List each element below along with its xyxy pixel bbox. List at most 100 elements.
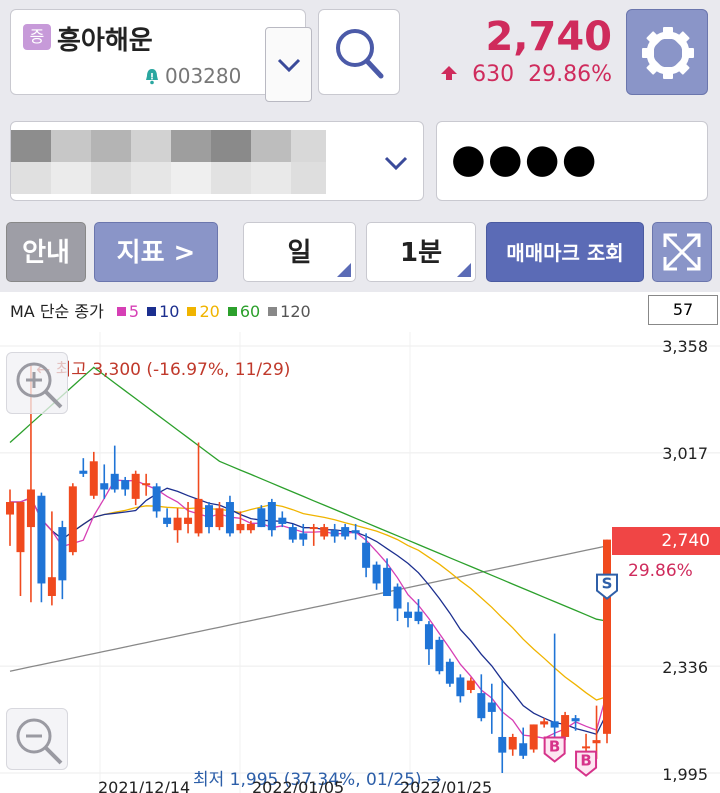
candle-body [309, 527, 318, 530]
password-mask: ●●●● [451, 136, 599, 182]
candle-body [100, 483, 109, 490]
price-change-row: 630 29.86% [440, 62, 612, 87]
search-button[interactable] [318, 9, 400, 95]
marker-label: S [602, 575, 613, 593]
alert-bell-icon [146, 69, 158, 85]
candle-body [278, 517, 287, 524]
candle-body [561, 715, 570, 737]
sell-marker: S [596, 573, 618, 600]
account-selector[interactable] [10, 121, 424, 201]
candle-body [477, 693, 486, 719]
candle-body [424, 624, 433, 650]
candle-body [152, 486, 161, 512]
candle-body [404, 611, 412, 618]
candle-body [225, 502, 234, 534]
y-tick-label: 3,358 [662, 337, 708, 356]
legend-swatch [116, 307, 126, 316]
interval-select[interactable]: 1분 [366, 222, 476, 282]
marker-label: B [549, 738, 560, 756]
candle-count-box[interactable]: 57 [648, 295, 718, 325]
candle-body [435, 639, 444, 672]
stock-code-row: 003280 [143, 64, 241, 88]
zoom-in-icon [16, 362, 63, 409]
indicator-button[interactable]: 지표 > [94, 222, 218, 282]
y-tick-label: 1,995 [662, 765, 708, 784]
gear-icon [642, 27, 694, 79]
info-button[interactable]: 안내 [6, 222, 86, 282]
candle-body [592, 740, 601, 744]
candle-body [320, 527, 329, 537]
candle-body [456, 677, 465, 697]
current-price-tag: 2,740 [612, 527, 720, 555]
buy-marker: B [543, 736, 566, 763]
candle-body [142, 483, 151, 486]
masked-account-number [11, 130, 326, 194]
period-select[interactable]: 일 [243, 222, 356, 282]
candle-body [372, 564, 381, 584]
marker-label: B [580, 752, 591, 770]
candle-body [163, 517, 172, 524]
legend-prefix: MA 단순 종가 [10, 302, 104, 321]
zoom-in-button[interactable] [6, 352, 68, 414]
x-tick-label: 2022/01/25 [400, 778, 493, 793]
current-price: 2,740 [485, 14, 612, 60]
candle-body [16, 502, 25, 553]
legend-label: 5 [128, 302, 140, 321]
legend-swatch [187, 307, 197, 316]
current-pct-label: 29.86% [628, 561, 693, 581]
candle-body [603, 539, 611, 734]
candle-body [131, 473, 140, 499]
price-change: 630 [472, 62, 515, 87]
candle-body [299, 533, 308, 540]
candle-body [184, 517, 193, 524]
legend-swatch [227, 307, 237, 316]
stock-name: 흥아해운 [57, 26, 153, 56]
expand-icon [663, 233, 701, 271]
candle-body [288, 527, 297, 540]
candles [6, 364, 611, 773]
chevron-down-icon [277, 58, 301, 73]
zoom-out-button[interactable] [6, 708, 68, 770]
search-icon [336, 29, 384, 79]
price-change-pct: 29.86% [528, 62, 612, 87]
candle-body [79, 470, 88, 474]
stock-dropdown-button[interactable] [265, 27, 312, 102]
stock-selector[interactable]: 증 흥아해운 003280 [10, 9, 312, 102]
legend-label: 120 [280, 302, 311, 321]
zoom-out-icon [16, 718, 63, 765]
x-tick-label: 2022/01/05 [252, 778, 345, 793]
buy-marker: B [575, 750, 598, 777]
settings-button[interactable] [626, 9, 708, 95]
candle-body [173, 517, 182, 531]
candle-body [267, 502, 276, 531]
y-tick-label: 3,017 [662, 444, 708, 463]
candle-body [58, 527, 67, 581]
candle-body [47, 577, 56, 596]
ma-legend: MA 단순 종가 5 10 20 60 120 [10, 298, 311, 322]
candle-body [205, 505, 213, 528]
legend-label: 60 [239, 302, 261, 321]
candle-body [351, 530, 360, 534]
candle-body [121, 480, 130, 490]
candle-body [37, 495, 46, 584]
candle-body [393, 586, 402, 609]
candle-body [519, 743, 528, 756]
candle-body [236, 523, 245, 531]
candle-body [215, 508, 224, 528]
expand-button[interactable] [652, 222, 712, 282]
trade-mark-lookup-button[interactable]: 매매마크 조회 [486, 222, 644, 282]
dropdown-corner-icon [457, 263, 471, 277]
candle-body [498, 736, 507, 753]
candle-body [414, 611, 423, 622]
legend-label: 20 [199, 302, 220, 321]
password-field[interactable]: ●●●● [436, 121, 708, 201]
period-label: 일 [287, 238, 312, 268]
interval-label: 1분 [399, 238, 442, 268]
candle-body [341, 527, 350, 537]
candle-body [445, 661, 454, 684]
candle-body [26, 489, 35, 528]
candle-body [466, 680, 475, 690]
legend-swatch [147, 307, 157, 316]
candle-body [383, 567, 392, 596]
candle-body [68, 486, 77, 553]
